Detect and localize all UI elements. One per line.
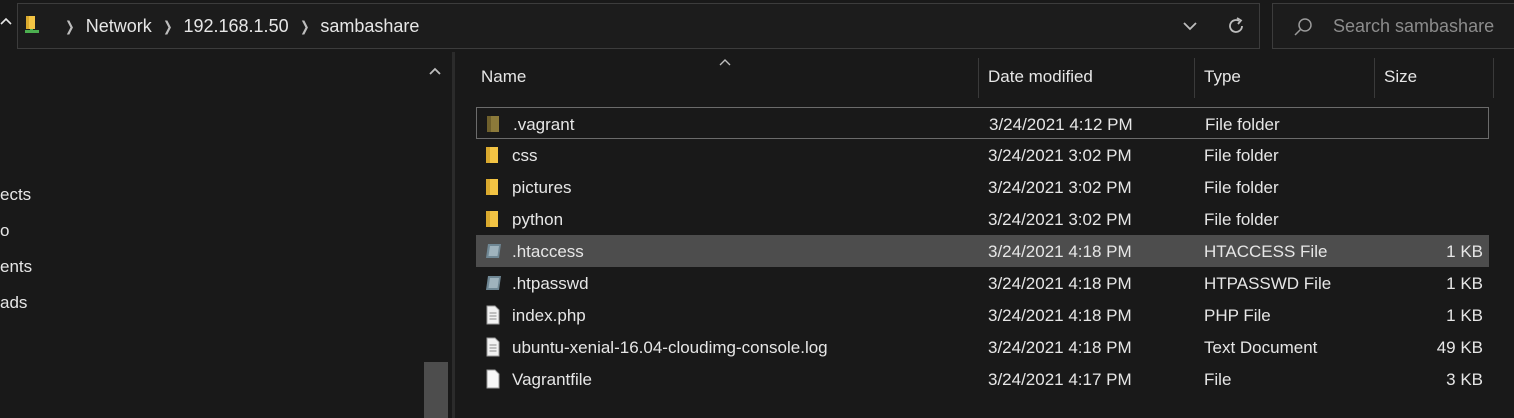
file-type: File folder [1204,210,1279,229]
file-type: File folder [1204,178,1279,197]
address-bar-row: ❯ Network ❯ 192.168.1.50 ❯ sambashare Se… [0,0,1514,52]
document-icon [484,337,502,357]
column-header-name[interactable]: Name [481,52,526,98]
file-date: 3/24/2021 4:18 PM [988,306,1132,325]
file-name: .htaccess [512,242,584,261]
folder-icon [484,145,502,165]
file-row-htaccess[interactable]: .htaccess 3/24/2021 4:18 PM HTACCESS Fil… [476,235,1489,267]
column-header-date[interactable]: Date modified [988,52,1093,98]
file-name: ubuntu-xenial-16.04-cloudimg-console.log [512,338,828,357]
file-type: HTPASSWD File [1204,274,1332,293]
column-header-size[interactable]: Size [1384,52,1417,98]
up-arrow-icon[interactable] [0,12,12,32]
column-header-type[interactable]: Type [1204,52,1241,98]
column-separator[interactable] [1194,58,1195,98]
chevron-right-icon[interactable]: ❯ [65,18,74,35]
file-date: 3/24/2021 3:02 PM [988,210,1132,229]
file-list: Name Date modified Type Size .vagrant 3/… [455,52,1514,418]
file-type: PHP File [1204,306,1271,325]
file-type: File [1204,370,1232,389]
network-location-icon [23,15,41,37]
file-type: File folder [1204,146,1279,165]
column-separator[interactable] [1493,58,1494,98]
nav-item-documents[interactable]: ents [0,257,32,277]
file-date: 3/24/2021 4:18 PM [988,274,1132,293]
search-icon [1293,17,1313,37]
navigation-pane: ects o ents ads [0,52,452,418]
file-row-htpasswd[interactable]: .htpasswd 3/24/2021 4:18 PM HTPASSWD Fil… [476,267,1489,299]
blank-file-icon [484,369,502,389]
config-file-icon [484,241,502,261]
nav-item-downloads[interactable]: ads [0,293,27,313]
file-row-console-log[interactable]: ubuntu-xenial-16.04-cloudimg-console.log… [476,331,1489,363]
document-icon [484,305,502,325]
config-file-icon [484,273,502,293]
breadcrumb-network[interactable]: Network [86,16,152,37]
file-row-vagrantfile[interactable]: Vagrantfile 3/24/2021 4:17 PM File 3 KB [476,363,1489,395]
column-separator[interactable] [1374,58,1375,98]
file-name: python [512,210,564,229]
chevron-down-icon[interactable] [1180,17,1200,35]
breadcrumb: ❯ Network ❯ 192.168.1.50 ❯ sambashare [54,4,419,48]
search-input[interactable]: Search sambashare [1333,16,1494,37]
file-date: 3/24/2021 3:02 PM [988,146,1132,165]
file-type: File folder [1205,115,1280,134]
file-type: Text Document [1204,338,1318,357]
file-row-python[interactable]: python 3/24/2021 3:02 PM File folder [476,203,1489,235]
file-row-pictures[interactable]: pictures 3/24/2021 3:02 PM File folder [476,171,1489,203]
chevron-right-icon[interactable]: ❯ [163,18,172,35]
address-bar[interactable]: ❯ Network ❯ 192.168.1.50 ❯ sambashare [17,3,1260,49]
folder-icon [484,209,502,229]
file-size: 1 KB [1446,306,1483,325]
file-name: pictures [512,178,572,197]
file-name: css [512,146,538,165]
file-date: 3/24/2021 4:17 PM [988,370,1132,389]
file-row-index-php[interactable]: index.php 3/24/2021 4:18 PM PHP File 1 K… [476,299,1489,331]
nav-item-desktop[interactable]: o [0,221,9,241]
file-size: 1 KB [1446,274,1483,293]
file-type: HTACCESS File [1204,242,1328,261]
file-date: 3/24/2021 4:12 PM [989,115,1133,134]
folder-icon [484,177,502,197]
file-row-vagrant[interactable]: .vagrant 3/24/2021 4:12 PM File folder [476,107,1489,139]
breadcrumb-host[interactable]: 192.168.1.50 [183,16,288,37]
folder-icon [485,114,503,134]
file-date: 3/24/2021 4:18 PM [988,242,1132,261]
file-size: 49 KB [1436,338,1483,357]
file-name: .vagrant [513,115,575,134]
refresh-icon[interactable] [1224,14,1248,38]
file-size: 1 KB [1446,242,1483,261]
file-name: Vagrantfile [512,370,593,389]
nav-item-objects[interactable]: ects [0,185,31,205]
file-name: index.php [512,306,586,325]
file-name: .htpasswd [512,274,589,293]
file-row-css[interactable]: css 3/24/2021 3:02 PM File folder [476,139,1489,171]
file-size: 3 KB [1446,370,1483,389]
scroll-up-icon[interactable] [426,62,444,80]
column-header-row: Name Date modified Type Size [455,52,1495,98]
chevron-right-icon[interactable]: ❯ [300,18,309,35]
breadcrumb-share[interactable]: sambashare [320,16,419,37]
column-separator[interactable] [978,58,979,98]
file-date: 3/24/2021 3:02 PM [988,178,1132,197]
file-date: 3/24/2021 4:18 PM [988,338,1132,357]
search-box[interactable]: Search sambashare [1272,3,1514,49]
nav-scrollbar-thumb[interactable] [424,362,448,418]
